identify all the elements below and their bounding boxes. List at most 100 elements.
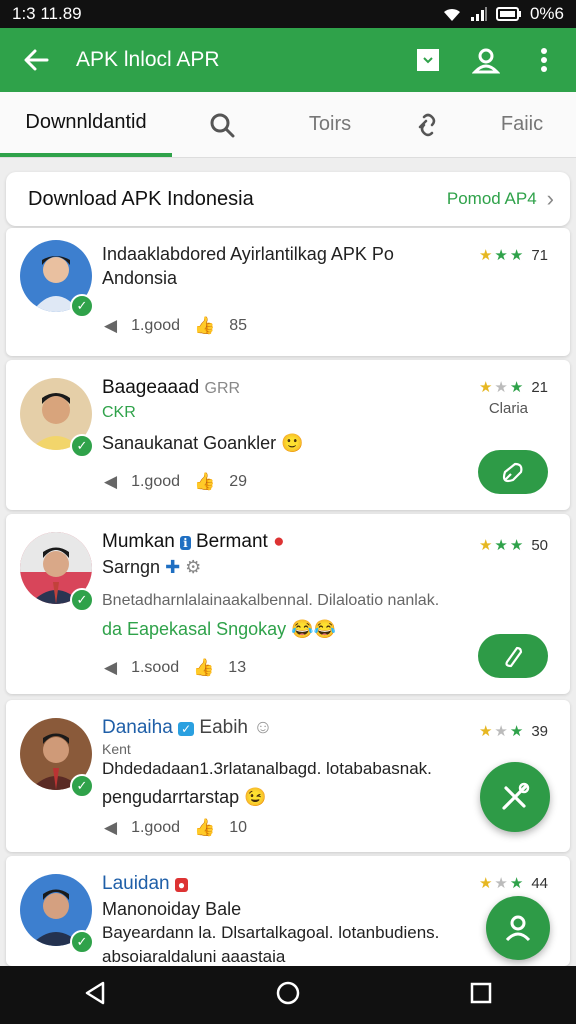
item-title-suffix: Bermant xyxy=(195,531,268,552)
tab-link[interactable] xyxy=(388,92,468,157)
verified-badge-icon: ✓ xyxy=(70,434,94,458)
more-vertical-icon xyxy=(541,48,547,72)
item-title-name: Danaiha xyxy=(102,717,173,738)
back-button[interactable] xyxy=(12,36,60,84)
settings-icon: ⚙ xyxy=(185,557,202,577)
thumbs-up-icon[interactable]: 👍 xyxy=(194,316,215,336)
status-icons: 0%6 xyxy=(442,4,564,24)
battery-level: 0%6 xyxy=(529,4,564,23)
item-category: Claria xyxy=(488,400,528,417)
item-title-name: Lauidan xyxy=(102,873,170,894)
emoji-icon: 🙂 xyxy=(281,433,304,453)
item-tag: CKR xyxy=(102,404,136,421)
verified-badge-icon: ✓ xyxy=(70,774,94,798)
item-meta: ◀ 1.good 👍 10 xyxy=(104,818,247,838)
star-icon: ★ xyxy=(509,875,524,892)
list-item[interactable]: ✓ Mumkan ℹ Bermant ● Sarngn ✚ ⚙ Bnetadha… xyxy=(6,514,570,694)
item-description-text: Sanaukanat Goankler xyxy=(102,433,277,453)
tab-favorite-label: Faiic xyxy=(500,113,544,135)
wifi-icon xyxy=(443,8,460,21)
arrow-left-icon xyxy=(24,49,49,71)
rating: ★ ★ ★ 71 xyxy=(479,246,548,265)
download-count-icon: ◀ xyxy=(104,818,118,837)
status-time: 1:3 11.89 xyxy=(12,4,82,23)
list-item[interactable]: ✓ Indaaklabdored Ayirlantilkag APK Po An… xyxy=(6,228,570,356)
section-header[interactable]: Download APK Indonesia Pomod AP4 › xyxy=(6,172,570,226)
item-subtitle: Kent xyxy=(102,741,131,757)
attach-button[interactable] xyxy=(478,634,548,678)
star-icon: ★ xyxy=(494,537,508,554)
item-text: Indaaklabdored Ayirlantilkag APK Po Ando… xyxy=(102,242,480,290)
download-button[interactable] xyxy=(410,42,446,78)
rating: ★ ★ ★ 50 xyxy=(479,536,548,555)
nav-home-button[interactable] xyxy=(275,980,301,1011)
circle-home-icon xyxy=(276,981,300,1004)
item-title: Indaaklabdored Ayirlantilkag APK Po xyxy=(102,244,394,264)
item-description: Bayeardann la. Dlsartalkagoal. lotanbudi… xyxy=(102,923,440,942)
star-icon: ★ xyxy=(509,247,524,264)
download-count: 1.good xyxy=(131,317,181,334)
thumbs-up-icon[interactable]: 👍 xyxy=(193,658,214,678)
more-options-button[interactable] xyxy=(526,42,562,78)
tools-fab-button[interactable] xyxy=(480,762,550,832)
signal-icon xyxy=(470,7,487,21)
star-icon: ★ xyxy=(494,875,508,892)
nav-back-button[interactable] xyxy=(84,981,106,1010)
account-button[interactable] xyxy=(468,42,504,78)
tag-icon xyxy=(505,646,523,668)
item-title-suffix: GRR xyxy=(204,380,241,397)
verified-badge-icon: ✓ xyxy=(70,294,94,318)
section-more-link[interactable]: Pomod AP4 › xyxy=(447,186,554,212)
star-icon: ★ xyxy=(509,379,524,396)
tab-tools[interactable]: Toirs xyxy=(272,92,388,157)
tab-download[interactable]: Downnldantid xyxy=(0,92,172,157)
item-title-name: Baageaaad xyxy=(102,377,200,398)
item-title-suffix: Eabih xyxy=(199,717,249,738)
nav-recents-button[interactable] xyxy=(470,982,492,1009)
download-count-icon: ◀ xyxy=(104,472,118,491)
tools-icon xyxy=(502,782,530,810)
rating-value: 44 xyxy=(531,874,548,892)
chevron-right-icon: › xyxy=(546,186,554,211)
search-icon xyxy=(210,113,235,137)
tab-favorite[interactable]: Faiic xyxy=(468,92,576,157)
emoji-icon: ● xyxy=(273,531,285,552)
star-icon: ★ xyxy=(478,723,493,740)
app-bar-actions xyxy=(410,42,562,78)
section-title: Download APK Indonesia xyxy=(28,187,254,210)
share-button[interactable] xyxy=(478,450,548,494)
download-count: 1.good xyxy=(131,819,181,836)
triangle-back-icon xyxy=(86,981,105,1004)
badge-icon: ● xyxy=(174,878,189,892)
like-count: 85 xyxy=(229,317,247,334)
item-description: Bnetadharnlalainaakalbennal. Dilaloatio … xyxy=(102,592,440,609)
battery-icon xyxy=(495,7,521,21)
item-title: Danaiha ✓ Eabih ☺ xyxy=(102,716,540,741)
section-link-label: Pomod AP4 xyxy=(446,189,537,208)
verified-blue-icon: ✚ xyxy=(165,557,181,577)
list-item[interactable]: ✓ Baageaaad GRR CKR Sanaukanat Goankler … xyxy=(6,360,570,510)
badge-icon: ℹ xyxy=(180,536,191,550)
app-title: APK lnlocl APR xyxy=(76,48,220,71)
rating: ★ ★ ★ 44 xyxy=(479,874,548,893)
item-meta: ◀ 1.good 👍 29 xyxy=(104,472,247,492)
verified-badge-icon: ✓ xyxy=(70,588,94,612)
verified-badge-icon: ✓ xyxy=(70,930,94,954)
thumbs-up-icon[interactable]: 👍 xyxy=(194,472,215,492)
item-note: absoiaraldaluni aaastaia xyxy=(102,947,286,966)
verified-blue-icon: ✓ xyxy=(178,722,195,736)
profile-fab-button[interactable] xyxy=(486,896,550,960)
item-title: Baageaaad GRR xyxy=(102,376,540,401)
person-icon xyxy=(472,48,500,74)
tab-tools-label: Toirs xyxy=(308,113,352,135)
item-note-text: da Eapekasal Sngokay xyxy=(102,619,287,639)
tab-search[interactable] xyxy=(172,92,272,157)
star-icon: ★ xyxy=(494,723,508,740)
item-description: Dhdedadaan1.3rlatanalbagd. lotababasnak. xyxy=(102,759,432,778)
thumbs-up-icon[interactable]: 👍 xyxy=(194,818,215,838)
rating: ★ ★ ★ 39 xyxy=(478,722,548,741)
list-item[interactable]: ✓ Lauidan ● Manonoiday Bale Bayeardann l… xyxy=(6,856,570,966)
item-meta: ◀ 1.good 👍 85 xyxy=(104,316,247,336)
download-icon xyxy=(417,49,439,71)
like-count: 29 xyxy=(229,473,247,490)
